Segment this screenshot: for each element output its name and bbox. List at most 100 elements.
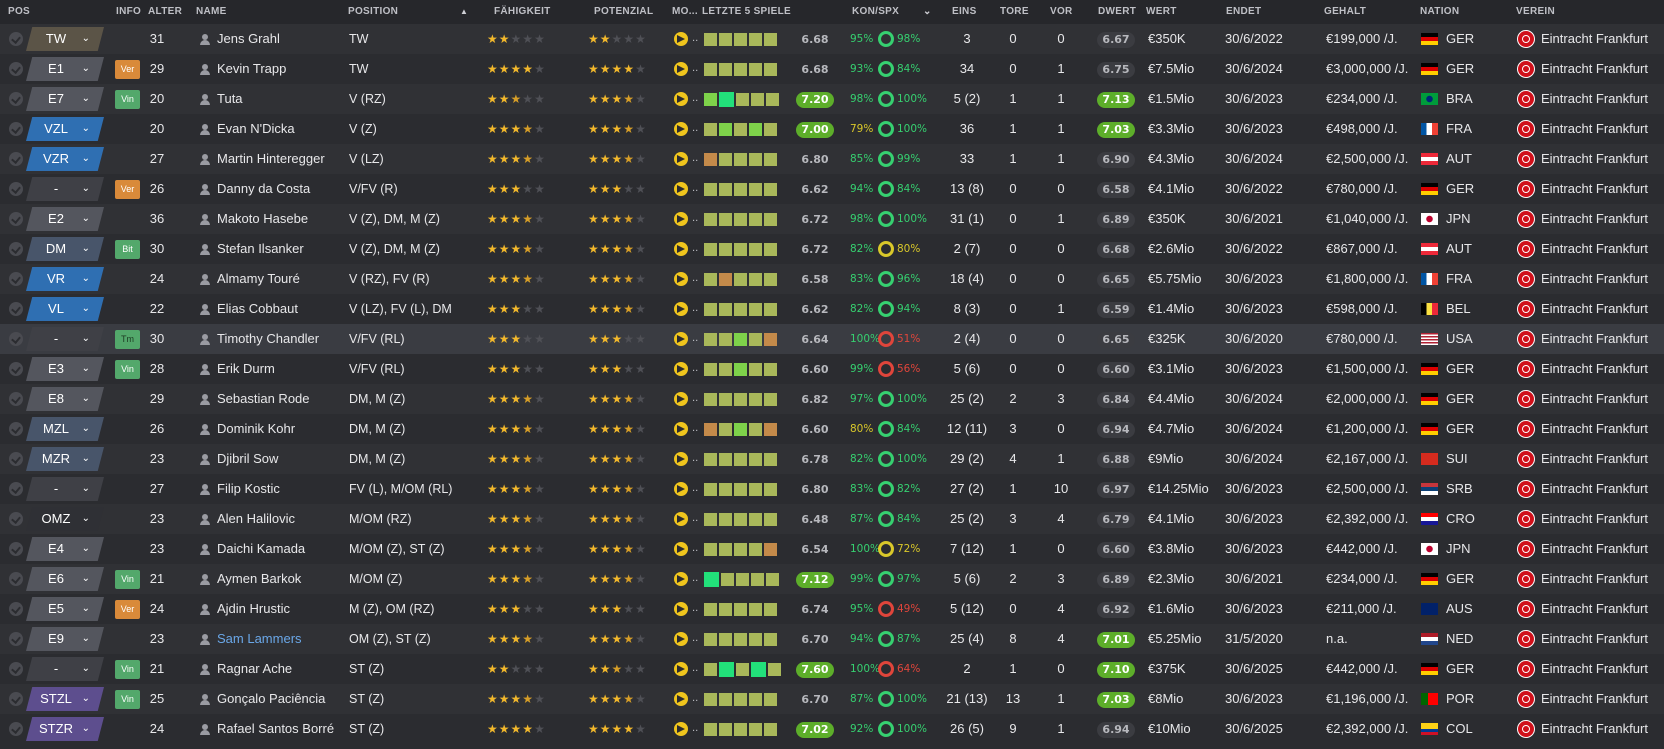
player-name[interactable]: Makoto Hasebe <box>217 204 308 234</box>
morale-icon[interactable] <box>674 392 688 406</box>
table-row[interactable]: VZR ⌄ 27 Martin Hinteregger V (LZ) ★★★★★ ★★★★★… <box>0 144 1664 174</box>
morale-icon[interactable] <box>674 542 688 556</box>
club-name[interactable]: Eintracht Frankfurt <box>1541 414 1648 444</box>
club-name[interactable]: Eintracht Frankfurt <box>1541 504 1648 534</box>
select-checkbox[interactable] <box>9 332 23 346</box>
position-selector[interactable]: E9 ⌄ <box>26 627 104 651</box>
select-checkbox[interactable] <box>9 152 23 166</box>
club-name[interactable]: Eintracht Frankfurt <box>1541 144 1648 174</box>
club-name[interactable]: Eintracht Frankfurt <box>1541 24 1648 54</box>
col-pos[interactable]: POS <box>8 6 30 17</box>
club-name[interactable]: Eintracht Frankfurt <box>1541 84 1648 114</box>
morale-icon[interactable] <box>674 692 688 706</box>
morale-icon[interactable] <box>674 662 688 676</box>
col-vor[interactable]: VOR <box>1050 6 1073 17</box>
select-checkbox[interactable] <box>9 122 23 136</box>
position-selector[interactable]: E8 ⌄ <box>26 387 104 411</box>
club-name[interactable]: Eintracht Frankfurt <box>1541 114 1648 144</box>
table-row[interactable]: - ⌄ Tm 30 Timothy Chandler V/FV (RL) ★★★★★ ★★★★… <box>0 324 1664 354</box>
status-badge[interactable]: Tm <box>115 330 140 349</box>
select-checkbox[interactable] <box>9 302 23 316</box>
table-row[interactable]: E9 ⌄ 23 Sam Lammers OM (Z), ST (Z) ★★★★★ ★★★★★… <box>0 624 1664 654</box>
club-name[interactable]: Eintracht Frankfurt <box>1541 684 1648 714</box>
select-checkbox[interactable] <box>9 722 23 736</box>
table-row[interactable]: E2 ⌄ 36 Makoto Hasebe V (Z), DM, M (Z) ★★★★★ ★… <box>0 204 1664 234</box>
morale-icon[interactable] <box>674 362 688 376</box>
select-checkbox[interactable] <box>9 182 23 196</box>
player-name[interactable]: Jens Grahl <box>217 24 280 54</box>
col-alter[interactable]: ALTER <box>148 6 182 17</box>
position-selector[interactable]: E7 ⌄ <box>26 87 104 111</box>
table-row[interactable]: STZR ⌄ 24 Rafael Santos Borré ST (Z) ★★★★★ ★★★… <box>0 714 1664 744</box>
status-badge[interactable]: Vin <box>115 660 140 679</box>
col-name[interactable]: NAME <box>196 6 227 17</box>
col-moral[interactable]: MO... <box>672 6 698 17</box>
player-name[interactable]: Kevin Trapp <box>217 54 286 84</box>
player-name[interactable]: Timothy Chandler <box>217 324 319 354</box>
player-name[interactable]: Filip Kostic <box>217 474 280 504</box>
chevron-down-icon[interactable]: ⌄ <box>923 6 932 17</box>
col-wert[interactable]: WERT <box>1146 6 1177 17</box>
morale-icon[interactable] <box>674 182 688 196</box>
morale-icon[interactable] <box>674 482 688 496</box>
table-row[interactable]: MZR ⌄ 23 Djibril Sow DM, M (Z) ★★★★★ ★★★★★.. 6.… <box>0 444 1664 474</box>
position-selector[interactable]: - ⌄ <box>26 177 104 201</box>
status-badge[interactable]: Ver <box>115 600 140 619</box>
player-name[interactable]: Elias Cobbaut <box>217 294 298 324</box>
status-badge[interactable]: Vin <box>115 360 140 379</box>
table-row[interactable]: - ⌄ Ver 26 Danny da Costa V/FV (R) ★★★★★ ★★★★★.… <box>0 174 1664 204</box>
table-row[interactable]: VR ⌄ 24 Almamy Touré V (RZ), FV (R) ★★★★★ ★★★★… <box>0 264 1664 294</box>
club-name[interactable]: Eintracht Frankfurt <box>1541 174 1648 204</box>
col-verein[interactable]: VEREIN <box>1516 6 1555 17</box>
table-row[interactable]: MZL ⌄ 26 Dominik Kohr DM, M (Z) ★★★★★ ★★★★★.. 6… <box>0 414 1664 444</box>
club-name[interactable]: Eintracht Frankfurt <box>1541 204 1648 234</box>
status-badge[interactable]: Vin <box>115 690 140 709</box>
sort-ascending-icon[interactable]: ▲ <box>460 7 468 16</box>
position-selector[interactable]: E5 ⌄ <box>26 597 104 621</box>
select-checkbox[interactable] <box>9 692 23 706</box>
position-selector[interactable]: E4 ⌄ <box>26 537 104 561</box>
table-row[interactable]: E8 ⌄ 29 Sebastian Rode DM, M (Z) ★★★★★ ★★★★★..… <box>0 384 1664 414</box>
player-name[interactable]: Danny da Costa <box>217 174 310 204</box>
club-name[interactable]: Eintracht Frankfurt <box>1541 354 1648 384</box>
player-name[interactable]: Daichi Kamada <box>217 534 305 564</box>
morale-icon[interactable] <box>674 152 688 166</box>
status-badge[interactable]: Bit <box>115 240 140 259</box>
table-row[interactable]: E7 ⌄ Vin 20 Tuta V (RZ) ★★★★★ ★★★★★.. 7.20 98% 100… <box>0 84 1664 114</box>
col-nation[interactable]: NATION <box>1420 6 1459 17</box>
position-selector[interactable]: E3 ⌄ <box>26 357 104 381</box>
player-name[interactable]: Ragnar Ache <box>217 654 292 684</box>
status-badge[interactable]: Ver <box>115 60 140 79</box>
morale-icon[interactable] <box>674 512 688 526</box>
status-badge[interactable]: Vin <box>115 90 140 109</box>
morale-icon[interactable] <box>674 332 688 346</box>
club-name[interactable]: Eintracht Frankfurt <box>1541 264 1648 294</box>
player-name[interactable]: Almamy Touré <box>217 264 300 294</box>
select-checkbox[interactable] <box>9 572 23 586</box>
position-selector[interactable]: E2 ⌄ <box>26 207 104 231</box>
select-checkbox[interactable] <box>9 602 23 616</box>
morale-icon[interactable] <box>674 302 688 316</box>
player-name[interactable]: Rafael Santos Borré <box>217 714 334 744</box>
select-checkbox[interactable] <box>9 362 23 376</box>
player-name[interactable]: Djibril Sow <box>217 444 278 474</box>
select-checkbox[interactable] <box>9 62 23 76</box>
select-checkbox[interactable] <box>9 392 23 406</box>
morale-icon[interactable] <box>674 242 688 256</box>
morale-icon[interactable] <box>674 32 688 46</box>
table-row[interactable]: DM ⌄ Bit 30 Stefan Ilsanker V (Z), DM, M (Z) ★… <box>0 234 1664 264</box>
select-checkbox[interactable] <box>9 632 23 646</box>
select-checkbox[interactable] <box>9 482 23 496</box>
morale-icon[interactable] <box>674 92 688 106</box>
table-row[interactable]: VZL ⌄ 20 Evan N'Dicka V (Z) ★★★★★ ★★★★★.. 7.00 7… <box>0 114 1664 144</box>
select-checkbox[interactable] <box>9 92 23 106</box>
col-info[interactable]: INFO <box>116 6 141 17</box>
club-name[interactable]: Eintracht Frankfurt <box>1541 324 1648 354</box>
select-checkbox[interactable] <box>9 212 23 226</box>
position-selector[interactable]: E6 ⌄ <box>26 567 104 591</box>
club-name[interactable]: Eintracht Frankfurt <box>1541 444 1648 474</box>
status-badge[interactable]: Ver <box>115 180 140 199</box>
table-row[interactable]: E6 ⌄ Vin 21 Aymen Barkok M/OM (Z) ★★★★★ ★★★★★..… <box>0 564 1664 594</box>
table-row[interactable]: E5 ⌄ Ver 24 Ajdin Hrustic M (Z), OM (RZ) ★★★★★… <box>0 594 1664 624</box>
col-tore[interactable]: TORE <box>1000 6 1029 17</box>
